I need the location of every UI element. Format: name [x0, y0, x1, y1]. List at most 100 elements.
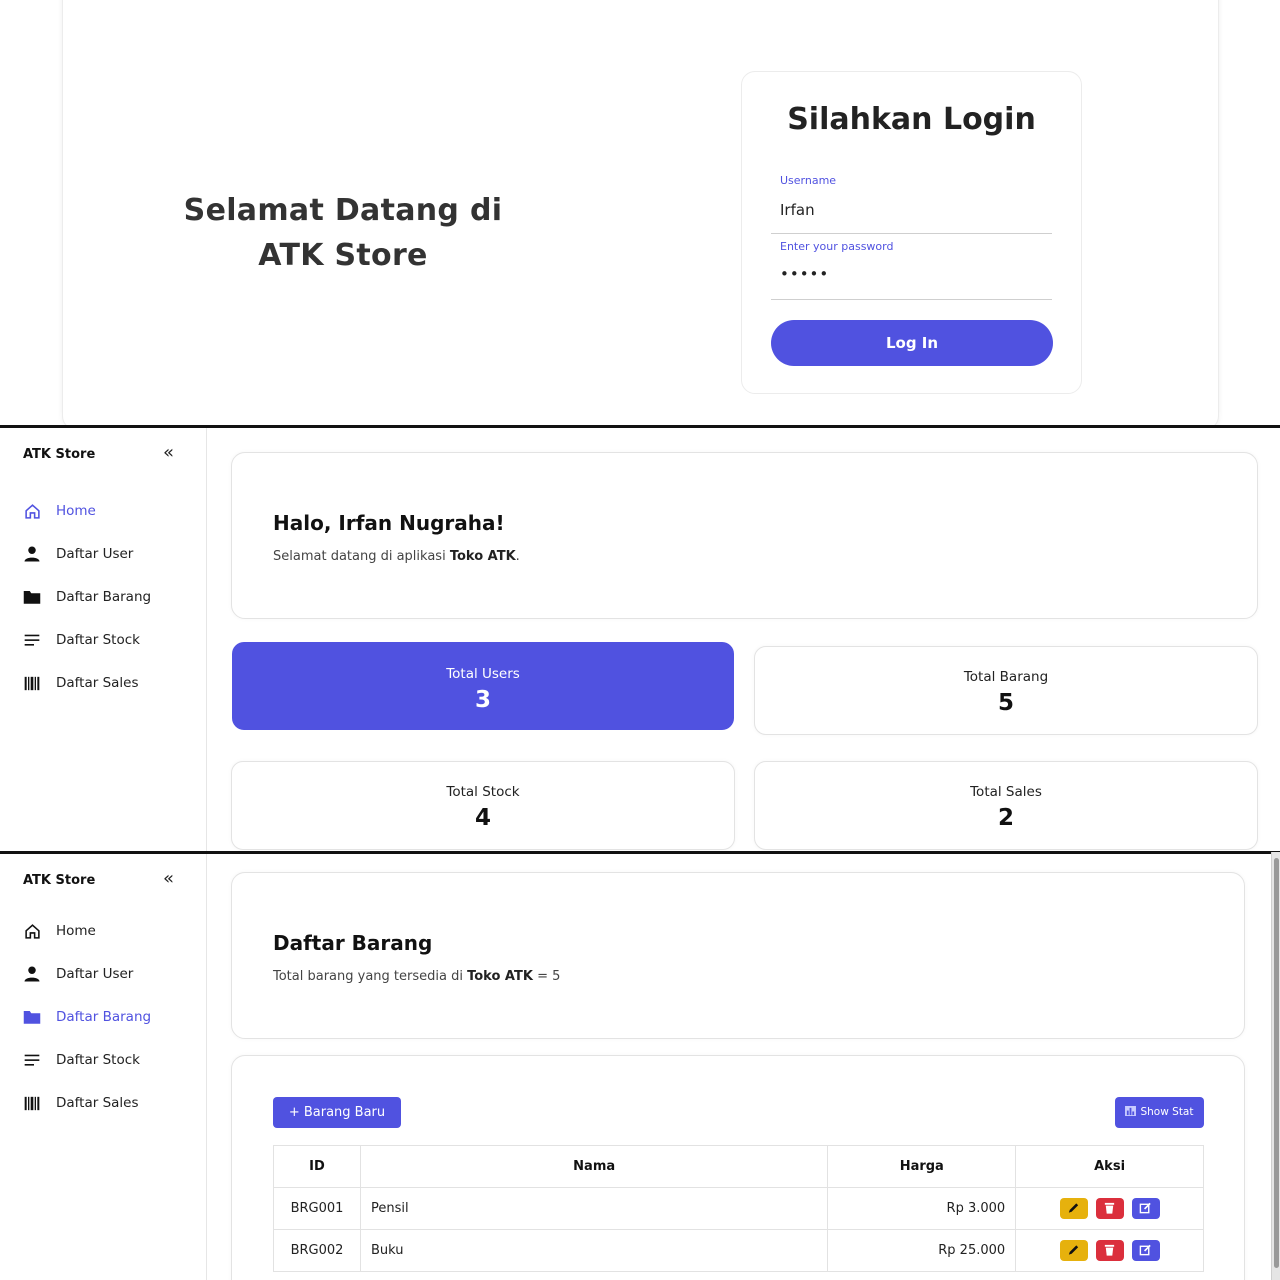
sidebar-item-sales[interactable]: Daftar Sales: [22, 1091, 192, 1115]
sidebar-item-home[interactable]: Home: [22, 499, 192, 523]
pencil-icon: [1068, 1245, 1078, 1255]
sidebar-item-sales[interactable]: Daftar Sales: [22, 671, 192, 695]
column-header-nama[interactable]: Nama: [359, 1145, 829, 1188]
stat-value: 5: [997, 690, 1014, 716]
subtitle-end: .: [515, 549, 520, 564]
collapse-icon[interactable]: «: [163, 442, 174, 463]
edit-button[interactable]: [1059, 1240, 1088, 1261]
stat-card-stock[interactable]: Total Stock 4: [231, 761, 735, 850]
table-row: BRG001 Pensil Rp 3.000: [273, 1187, 1204, 1230]
sidebar-item-label: Daftar Barang: [56, 1009, 152, 1025]
subtitle-app-name: Toko ATK: [449, 549, 516, 564]
table-row: BRG002 Buku Rp 25.000: [273, 1229, 1204, 1272]
delete-button[interactable]: [1095, 1240, 1124, 1261]
login-button[interactable]: Log In: [771, 320, 1053, 366]
username-underline: [771, 233, 1052, 234]
folder-icon: [22, 1007, 42, 1027]
barang-header-card: Daftar Barang Total barang yang tersedia…: [231, 872, 1245, 1039]
home-icon: [22, 501, 42, 521]
edit-square-icon: [1139, 1244, 1151, 1256]
dashboard-main: Halo, Irfan Nugraha! Selamat datang di a…: [208, 428, 1280, 851]
sidebar-item-label: Daftar Barang: [56, 589, 152, 605]
update-button[interactable]: [1131, 1198, 1160, 1219]
login-title: Silahkan Login: [787, 102, 1036, 137]
barcode-icon: [22, 1093, 42, 1113]
sidebar-item-users[interactable]: Daftar User: [22, 962, 192, 986]
cell-nama: Pensil: [359, 1187, 829, 1230]
stat-card-users[interactable]: Total Users 3: [232, 642, 734, 730]
password-field[interactable]: •••••: [780, 265, 829, 283]
stat-value: 4: [474, 805, 491, 831]
greeting-subtitle: Selamat datang di aplikasi Toko ATK.: [273, 549, 520, 564]
welcome-line-2: ATK Store: [258, 238, 428, 273]
trash-icon: [1104, 1244, 1114, 1256]
column-header-harga[interactable]: Harga: [827, 1145, 1017, 1188]
stat-label: Total Barang: [963, 669, 1049, 685]
subtitle-text: Total barang yang tersedia di: [273, 969, 468, 984]
page-title: Daftar Barang: [273, 931, 433, 955]
page-scrollbar[interactable]: [1271, 852, 1280, 1280]
sidebar-item-users[interactable]: Daftar User: [22, 542, 192, 566]
sidebar-item-stock[interactable]: Daftar Stock: [22, 1048, 192, 1072]
cell-aksi: [1015, 1229, 1204, 1272]
barang-table-card: + Barang Baru Show Stat ID Nama Harga Ak…: [231, 1055, 1245, 1280]
welcome-heading: Selamat Datang di ATK Store: [180, 188, 506, 278]
sidebar-item-label: Daftar User: [56, 966, 134, 982]
show-stat-label: Show Stat: [1140, 1106, 1194, 1118]
sidebar: ATK Store « Home Daftar User Daftar Bara…: [0, 854, 207, 1280]
table-header-row: ID Nama Harga Aksi: [273, 1145, 1204, 1188]
page-subtitle: Total barang yang tersedia di Toko ATK =…: [273, 969, 560, 984]
password-underline: [771, 299, 1052, 300]
login-panel: Selamat Datang di ATK Store Silahkan Log…: [0, 0, 1280, 425]
scrollbar-thumb[interactable]: [1274, 858, 1279, 1268]
sidebar-item-barang[interactable]: Daftar Barang: [22, 1005, 192, 1029]
pencil-icon: [1068, 1203, 1078, 1213]
edit-square-icon: [1139, 1202, 1151, 1214]
stat-label: Total Sales: [970, 784, 1042, 800]
delete-button[interactable]: [1095, 1198, 1124, 1219]
column-header-id[interactable]: ID: [273, 1145, 361, 1188]
sidebar-item-label: Daftar Stock: [56, 632, 140, 648]
sidebar: ATK Store « Home Daftar User Daftar Bara…: [0, 428, 207, 851]
update-button[interactable]: [1131, 1240, 1160, 1261]
greeting-card: Halo, Irfan Nugraha! Selamat datang di a…: [231, 452, 1258, 619]
home-icon: [22, 921, 42, 941]
subtitle-count: = 5: [532, 969, 561, 984]
sidebar-item-stock[interactable]: Daftar Stock: [22, 628, 192, 652]
username-field[interactable]: Irfan: [780, 201, 815, 219]
stat-card-barang[interactable]: Total Barang 5: [754, 646, 1258, 735]
brand-title: ATK Store: [23, 873, 96, 888]
password-label: Enter your password: [780, 240, 894, 253]
cell-aksi: [1015, 1187, 1204, 1230]
collapse-icon[interactable]: «: [163, 868, 174, 889]
stat-card-sales[interactable]: Total Sales 2: [754, 761, 1258, 850]
stat-label: Total Stock: [446, 784, 520, 800]
edit-button[interactable]: [1059, 1198, 1088, 1219]
cell-id: BRG002: [273, 1229, 361, 1272]
subtitle-app-name: Toko ATK: [467, 969, 533, 984]
column-header-aksi: Aksi: [1015, 1145, 1204, 1188]
greeting-title: Halo, Irfan Nugraha!: [273, 511, 505, 535]
user-icon: [22, 544, 42, 564]
cell-harga: Rp 25.000: [827, 1229, 1017, 1272]
barang-main: Daftar Barang Total barang yang tersedia…: [208, 854, 1270, 1280]
cell-nama: Buku: [359, 1229, 829, 1272]
sidebar-item-barang[interactable]: Daftar Barang: [22, 585, 192, 609]
sidebar-item-label: Daftar Sales: [56, 675, 139, 691]
sidebar-item-label: Daftar Sales: [56, 1095, 139, 1111]
user-icon: [22, 964, 42, 984]
show-stat-button[interactable]: Show Stat: [1115, 1097, 1204, 1128]
stat-value: 2: [997, 805, 1014, 831]
sidebar-item-label: Daftar User: [56, 546, 134, 562]
barcode-icon: [22, 673, 42, 693]
username-label: Username: [780, 174, 837, 187]
cell-id: BRG001: [273, 1187, 361, 1230]
chart-icon: [1125, 1106, 1137, 1116]
add-barang-button[interactable]: + Barang Baru: [273, 1097, 401, 1128]
barang-table: ID Nama Harga Aksi BRG001 Pensil Rp 3.00…: [273, 1145, 1204, 1272]
sidebar-item-label: Home: [56, 503, 96, 519]
welcome-line-1: Selamat Datang di: [183, 193, 503, 228]
brand-title: ATK Store: [23, 447, 96, 462]
sidebar-item-home[interactable]: Home: [22, 919, 192, 943]
login-form: Silahkan Login Username Irfan Enter your…: [741, 71, 1082, 394]
